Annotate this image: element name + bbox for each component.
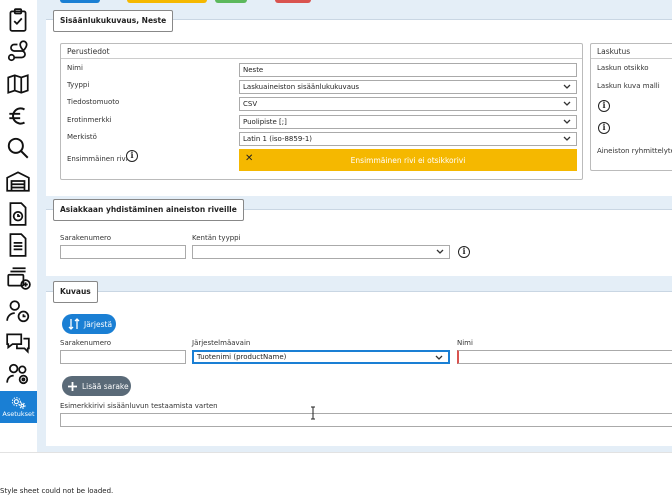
example-row-label: Esimerkkirivi sisäänluvun testaamista va… [60, 402, 218, 410]
jarjestelmaavain-value: Tuotenimi (productName) [197, 353, 287, 361]
tyyppi-value: Laskuaineiston sisäänlukukuvaus [243, 83, 360, 91]
example-row-input[interactable] [60, 413, 672, 427]
tyyppi-select[interactable]: Laskuaineiston sisäänlukukuvaus [239, 80, 577, 94]
sort-button[interactable]: Järjestä [62, 314, 116, 334]
sarakenumero-label: Sarakenumero [60, 234, 112, 242]
document-clock-icon[interactable] [3, 199, 33, 229]
divider [61, 58, 582, 59]
info-icon[interactable]: i [458, 246, 470, 258]
perustiedot-legend: Perustiedot [67, 47, 110, 56]
erotinmerkki-select[interactable]: Puolipiste [;] [239, 115, 577, 129]
top-button-blue[interactable] [60, 0, 100, 3]
tiedostomuoto-value: CSV [243, 100, 258, 108]
route-icon[interactable] [3, 36, 33, 66]
status-message: Style sheet could not be loaded. [0, 487, 114, 495]
chevron-down-icon [435, 355, 443, 360]
nimi-label: Nimi [67, 64, 83, 72]
tiedostomuoto-select[interactable]: CSV [239, 97, 577, 111]
chevron-down-icon [563, 101, 571, 106]
first-row-warning[interactable]: ✕ Ensimmäinen rivi ei otsikkorivi [239, 149, 577, 171]
kentan-tyyppi-select[interactable] [192, 245, 450, 259]
clipboard-check-icon[interactable] [3, 5, 33, 35]
sidebar: Asetukset [0, 0, 38, 452]
top-button-red[interactable] [275, 0, 311, 3]
merkisto-select[interactable]: Latin 1 (iso-8859-1) [239, 132, 577, 146]
ryhmittely-label: Aineiston ryhmittelytek [597, 147, 672, 155]
kuvaus-title: Kuvaus [53, 281, 98, 303]
warehouse-icon[interactable] [3, 166, 33, 196]
sort-icon [68, 318, 80, 330]
merkisto-value: Latin 1 (iso-8859-1) [243, 135, 313, 143]
document-list-icon[interactable] [3, 230, 33, 260]
add-column-button[interactable]: Lisää sarake [62, 376, 131, 396]
gears-icon [11, 397, 26, 409]
first-row-warning-text: Ensimmäinen rivi ei otsikkorivi [350, 155, 466, 165]
perustiedot-fieldset: Perustiedot Nimi Neste Tyyppi Laskuainei… [60, 43, 583, 180]
chevron-down-icon [563, 136, 571, 141]
user-clock-icon[interactable] [3, 296, 33, 326]
sidebar-item-settings-label: Asetukset [2, 410, 35, 418]
top-button-yellow[interactable] [127, 0, 207, 3]
chat-bubbles-icon[interactable] [3, 328, 33, 358]
customer-mapping-title: Asiakkaan yhdistäminen aineiston riveill… [53, 199, 244, 221]
erotinmerkki-value: Puolipiste [;] [243, 118, 287, 126]
jarjestelmaavain-label: Järjestelmäavain [192, 339, 251, 347]
text-cursor-icon [311, 406, 315, 420]
chevron-down-icon [436, 249, 444, 254]
page-title: Sisäänlukukuvaus, Neste [53, 10, 174, 32]
euro-icon[interactable] [3, 101, 33, 131]
erotinmerkki-label: Erotinmerkki [67, 116, 112, 124]
jarjestelmaavain-select[interactable]: Tuotenimi (productName) [192, 350, 450, 364]
tyyppi-label: Tyyppi [67, 81, 90, 89]
laskun-kuva-malli-label: Laskun kuva malli [597, 82, 660, 90]
close-icon: ✕ [245, 153, 254, 164]
chevron-down-icon [563, 84, 571, 89]
kuvaus-nimi-input[interactable] [457, 350, 672, 364]
info-icon[interactable]: i [126, 150, 138, 162]
ensimmainen-label: Ensimmäinen rivi [67, 155, 128, 163]
laskutus-legend: Laskutus [597, 47, 631, 56]
info-icon[interactable]: i [598, 122, 610, 134]
add-column-button-label: Lisää sarake [82, 381, 129, 391]
kentan-tyyppi-label: Kentän tyyppi [192, 234, 241, 242]
nimi-input[interactable]: Neste [239, 63, 577, 77]
search-icon[interactable] [3, 133, 33, 163]
tiedostomuoto-label: Tiedostomuoto [67, 98, 120, 106]
sidebar-item-settings[interactable]: Asetukset [0, 391, 37, 423]
map-icon[interactable] [3, 69, 33, 99]
main-content: Sisäänlukukuvaus, Neste Perustiedot Nimi… [37, 0, 672, 452]
nimi-label: Nimi [457, 339, 473, 347]
plus-icon [68, 381, 77, 391]
users-settings-icon[interactable] [3, 359, 33, 389]
info-icon[interactable]: i [598, 100, 610, 112]
laskun-otsikko-label: Laskun otsikko [597, 64, 649, 72]
stack-add-icon[interactable] [3, 263, 33, 293]
kuvaus-sarakenumero-input[interactable] [60, 350, 186, 364]
sort-button-label: Järjestä [84, 319, 113, 329]
customer-sarakenumero-input[interactable] [60, 245, 186, 259]
laskutus-fieldset: Laskutus Laskun otsikko Laskun kuva mall… [590, 43, 672, 171]
divider [591, 58, 672, 59]
top-button-green[interactable] [215, 0, 247, 3]
chevron-down-icon [563, 119, 571, 124]
sarakenumero-label: Sarakenumero [60, 339, 112, 347]
merkisto-label: Merkistö [67, 133, 97, 141]
